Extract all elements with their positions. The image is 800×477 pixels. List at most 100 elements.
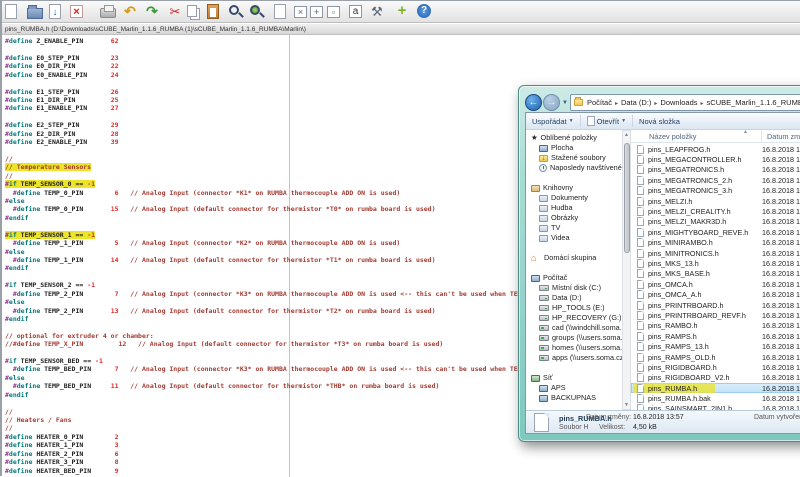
program-settings-icon[interactable]: ⚒ (369, 4, 385, 20)
file-row[interactable]: pins_MKS_BASE.h16.8.2018 13:57 (631, 269, 800, 279)
file-row[interactable]: pins_RUMBA.h.bak16.8.2018 13:57 (631, 393, 800, 403)
back-button[interactable]: ← (525, 94, 542, 111)
file-row[interactable]: pins_MELZI.h16.8.2018 13:57 (631, 196, 800, 206)
scroll-up-icon[interactable]: ▲ (623, 132, 630, 138)
file-row[interactable]: pins_MINIRAMBO.h16.8.2018 13:57 (631, 238, 800, 248)
print-icon[interactable] (100, 8, 116, 18)
sidebar-item[interactable]: Místní disk (C:) (526, 283, 622, 293)
sidebar-item[interactable]: Stažené soubory (526, 153, 622, 163)
column-modified[interactable]: Datum změny (767, 132, 800, 141)
breadcrumb-segment[interactable]: sCUBE_Marlin_1.1.6_RUMBA (1) (706, 98, 800, 107)
sidebar-item[interactable]: TV (526, 223, 622, 233)
breadcrumb[interactable]: Počítač▸Data (D:)▸Downloads▸sCUBE_Marlin… (570, 94, 800, 111)
tile-vertical-icon[interactable]: ▫ (327, 6, 340, 18)
sidebar-item[interactable]: Hudba (526, 203, 622, 213)
explorer-window[interactable]: ← → ▼ Počítač▸Data (D:)▸Downloads▸sCUBE_… (518, 85, 800, 442)
file-row[interactable]: pins_MEGATRONICS_2.h16.8.2018 13:57 (631, 175, 800, 185)
breadcrumb-separator-icon[interactable]: ▸ (699, 101, 706, 107)
file-row[interactable]: pins_MEGATRONICS_3.h16.8.2018 13:57 (631, 186, 800, 196)
file-row[interactable]: pins_MIGHTYBOARD_REVE.h16.8.2018 13:57 (631, 227, 800, 237)
sidebar-item[interactable]: Plocha (526, 143, 622, 153)
file-row[interactable]: pins_MEGACONTROLLER.h16.8.2018 13:57 (631, 154, 800, 164)
new-folder-button[interactable]: Nová složka (633, 117, 686, 126)
sidebar-item[interactable]: APS (526, 383, 622, 393)
file-row[interactable]: pins_MEGATRONICS.h16.8.2018 13:57 (631, 165, 800, 175)
new-window-icon[interactable] (274, 4, 286, 19)
file-row[interactable]: pins_MELZI_MAKR3D.h16.8.2018 13:57 (631, 217, 800, 227)
paste-icon[interactable] (207, 4, 219, 19)
sidebar-item[interactable]: Počítač (526, 273, 622, 283)
copy-icon[interactable] (187, 5, 197, 17)
sidebar-item[interactable]: Dokumenty (526, 193, 622, 203)
chevron-down-icon: ▼ (621, 118, 626, 124)
sidebar-item[interactable]: HP_TOOLS (E:) (526, 303, 622, 313)
sidebar-item[interactable]: apps (\\users.soma.cz) (Z (526, 353, 622, 363)
find-replace-icon[interactable] (250, 5, 260, 15)
sidebar-item[interactable]: homes (\\users.soma.cz) (526, 343, 622, 353)
sidebar-item[interactable]: Naposledy navštívené (526, 163, 622, 173)
file-row[interactable]: pins_RAMPS_OLD.h16.8.2018 13:57 (631, 352, 800, 362)
file-row[interactable]: pins_PRINTRBOARD_REVF.h16.8.2018 13:57 (631, 310, 800, 320)
code-line: #if TEMP_SENSOR_1 == -1 (5, 231, 580, 239)
file-row[interactable]: pins_RIGIDBOARD.h16.8.2018 13:57 (631, 362, 800, 372)
file-row[interactable]: pins_RAMPS.h16.8.2018 13:57 (631, 331, 800, 341)
file-name: pins_MEGATRONICS_2.h (648, 176, 732, 185)
sidebar-item[interactable]: ⌂Domácí skupina (526, 253, 622, 263)
file-icon (637, 155, 644, 164)
help-icon[interactable]: ? (417, 4, 431, 18)
font-settings-icon[interactable]: a (349, 5, 362, 18)
sidebar-item[interactable]: Videa (526, 233, 622, 243)
file-name: pins_MKS_13.h (648, 259, 699, 268)
sidebar-item[interactable]: groups (\\users.soma.cz) (526, 333, 622, 343)
undo-icon[interactable]: ↶ (122, 4, 138, 20)
scrollbar-thumb[interactable] (624, 143, 630, 253)
file-row[interactable]: pins_PRINTRBOARD.h16.8.2018 13:57 (631, 300, 800, 310)
open-button[interactable]: Otevřít ▼ (581, 116, 632, 126)
scroll-down-icon[interactable]: ▼ (623, 402, 630, 408)
open-file-icon[interactable] (27, 8, 43, 19)
organize-button[interactable]: Uspořádat ▼ (526, 117, 580, 126)
file-row[interactable]: pins_RAMPS_13.h16.8.2018 13:57 (631, 341, 800, 351)
file-row[interactable]: pins_OMCA_A.h16.8.2018 13:57 (631, 289, 800, 299)
active-file-tab[interactable]: pins_RUMBA.h (D:\Downloads\sCUBE_Marlin_… (5, 26, 306, 33)
forward-button[interactable]: → (543, 94, 560, 111)
breadcrumb-segment[interactable]: Downloads (659, 98, 698, 107)
breadcrumb-segment[interactable]: Počítač (586, 98, 613, 107)
sidebar-item[interactable]: Obrázky (526, 213, 622, 223)
breadcrumb-separator-icon[interactable]: ▸ (613, 101, 620, 107)
close-window-icon[interactable]: × (294, 6, 307, 18)
sidebar-item[interactable]: Síť (526, 373, 622, 383)
sidebar-item[interactable]: ★Oblíbené položky (526, 133, 622, 143)
redo-icon[interactable]: ↷ (144, 4, 160, 20)
file-name: pins_RIGIDBOARD.h (648, 363, 717, 372)
breadcrumb-segment[interactable]: Data (D:) (620, 98, 652, 107)
close-file-icon[interactable]: × (70, 5, 83, 18)
add-favorite-icon[interactable]: + (394, 4, 410, 20)
sidebar-item[interactable]: Knihovny (526, 183, 622, 193)
code-line: #define E1_DIR_PIN 25 (5, 96, 580, 104)
file-row[interactable]: pins_OMCA.h16.8.2018 13:57 (631, 279, 800, 289)
code-line: #define E1_STEP_PIN 26 (5, 88, 580, 96)
file-row[interactable]: pins_RUMBA.h16.8.2018 13:57 (631, 383, 800, 393)
sidebar-item[interactable]: Data (D:) (526, 293, 622, 303)
file-row[interactable]: pins_MELZI_CREALITY.h16.8.2018 13:57 (631, 206, 800, 216)
save-file-icon[interactable]: ↓ (49, 4, 61, 19)
new-file-icon[interactable] (5, 4, 17, 19)
sort-ascending-icon: ▲ (743, 130, 748, 135)
find-icon[interactable] (229, 5, 239, 15)
cut-icon[interactable]: ✂ (167, 4, 183, 20)
file-row[interactable]: pins_MINITRONICS.h16.8.2018 13:57 (631, 248, 800, 258)
column-name[interactable]: Název položky (649, 132, 696, 141)
file-row[interactable]: pins_MKS_13.h16.8.2018 13:57 (631, 258, 800, 268)
sidebar-item[interactable]: BACKUPNAS (526, 393, 622, 403)
file-row[interactable]: pins_LEAPFROG.h16.8.2018 13:57 (631, 144, 800, 154)
file-row[interactable]: pins_RAMBO.h16.8.2018 13:57 (631, 321, 800, 331)
file-row[interactable]: pins_RIGIDBOARD_V2.h16.8.2018 13:57 (631, 373, 800, 383)
column-divider[interactable] (761, 131, 762, 142)
tile-horizontal-icon[interactable]: + (310, 6, 323, 18)
sidebar-scrollbar[interactable]: ▲ ▼ (622, 130, 631, 410)
sidebar-item-label: Knihovny (543, 183, 573, 193)
sidebar-item[interactable]: cad (\\windchill.soma.cz) (526, 323, 622, 333)
history-dropdown-icon[interactable]: ▼ (562, 100, 568, 106)
sidebar-item[interactable]: HP_RECOVERY (G:) (526, 313, 622, 323)
